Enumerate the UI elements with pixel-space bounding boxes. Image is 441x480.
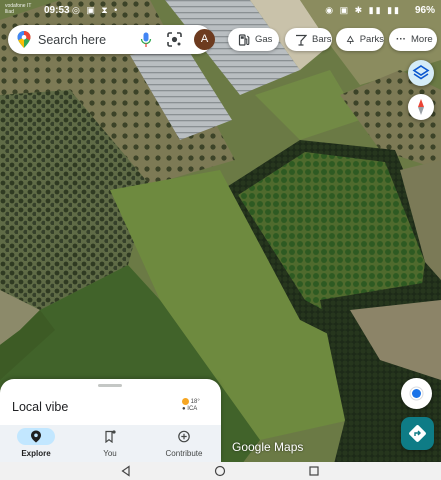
notification-icons: ◎ ▣ ⧗ •	[72, 5, 120, 15]
layers-icon	[412, 65, 430, 80]
status-time: 09:53	[44, 5, 70, 16]
search-input[interactable]: Search here	[38, 33, 106, 47]
lens-icon[interactable]	[167, 32, 182, 47]
chip-label: Gas	[255, 34, 273, 45]
search-bar[interactable]: Search here A	[8, 25, 215, 54]
chip-gas[interactable]: Gas	[228, 28, 279, 51]
back-icon[interactable]	[120, 465, 132, 477]
battery-level: 96%	[414, 5, 435, 16]
carrier-label: vodafone IT lliad	[5, 3, 32, 15]
system-status-icons: ◉ ▣ ✱ ▮▮ ▮▮	[325, 5, 401, 15]
chip-label: Parks	[359, 34, 384, 45]
weather-temp: 18°	[190, 399, 200, 406]
watermark-brand: Google	[232, 440, 271, 454]
nav-explore[interactable]: Explore	[10, 425, 62, 462]
bookmark-icon	[105, 430, 116, 443]
system-navigation-bar	[0, 462, 441, 480]
nav-contribute[interactable]: Contribute	[158, 425, 210, 462]
watermark-product: Maps	[274, 440, 304, 454]
directions-icon	[409, 425, 426, 442]
layers-button[interactable]	[408, 60, 434, 86]
tree-icon	[346, 34, 355, 44]
compass-icon	[418, 99, 424, 115]
nav-label: Explore	[21, 449, 51, 458]
nav-label: Contribute	[165, 449, 203, 458]
my-location-icon	[409, 386, 424, 401]
more-dots-icon: ···	[396, 34, 406, 45]
mic-icon[interactable]	[140, 32, 152, 48]
weather-badge[interactable]: 18° ● ICA	[182, 398, 206, 418]
directions-button[interactable]	[401, 417, 434, 450]
explore-pin-icon	[31, 430, 41, 443]
sheet-title: Local vibe	[12, 400, 69, 414]
chip-parks[interactable]: Parks	[336, 28, 384, 51]
chip-label: More	[411, 34, 433, 45]
chip-label: Bars	[312, 34, 332, 45]
compass-button[interactable]	[408, 94, 434, 120]
google-maps-watermark: Google Maps	[232, 440, 303, 454]
sun-icon	[182, 398, 189, 405]
drag-handle[interactable]	[98, 384, 122, 387]
weather-aqi: ● ICA	[182, 406, 198, 413]
recent-apps-icon[interactable]	[308, 465, 320, 477]
gas-station-icon	[238, 33, 250, 46]
avatar[interactable]: A	[194, 29, 215, 50]
cocktail-icon	[296, 34, 307, 46]
chip-more[interactable]: ··· More	[389, 28, 437, 51]
chip-bars[interactable]: Bars	[285, 28, 332, 51]
my-location-button[interactable]	[401, 378, 432, 409]
maps-pin-icon	[17, 31, 31, 48]
nav-label: You	[103, 449, 117, 458]
nav-you[interactable]: You	[84, 425, 136, 462]
bottom-navigation: Explore You Contribute	[0, 425, 221, 462]
status-bar: vodafone IT lliad 09:53 ◎ ▣ ⧗ • ◉ ▣ ✱ ▮▮…	[0, 0, 441, 22]
home-icon[interactable]	[214, 465, 226, 477]
add-circle-icon	[178, 430, 190, 443]
